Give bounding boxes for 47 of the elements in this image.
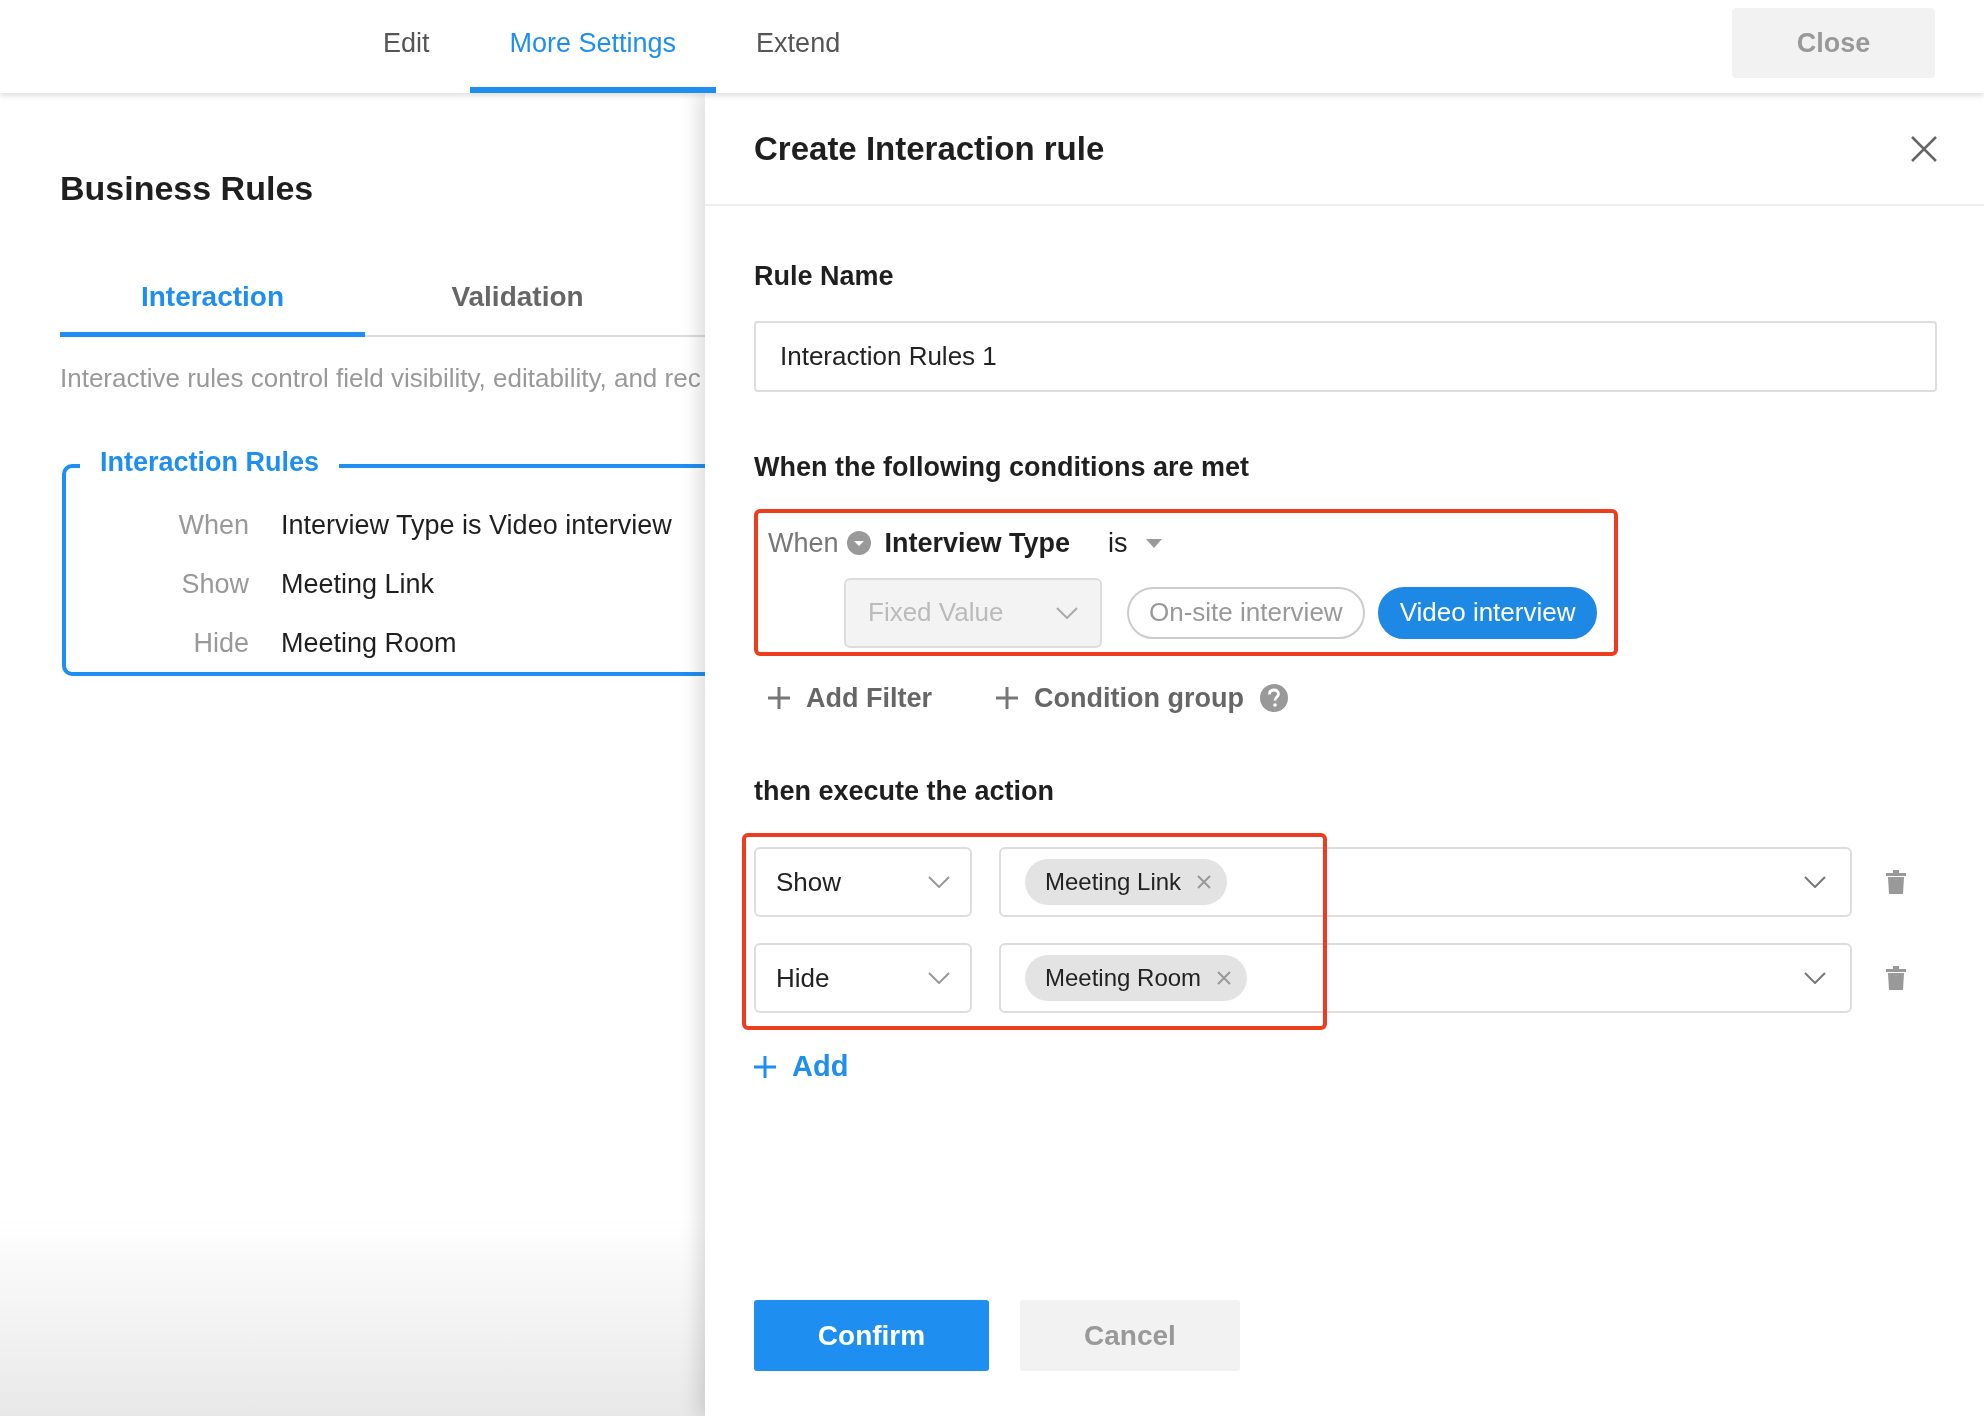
drawer-title: Create Interaction rule	[754, 128, 1105, 169]
close-icon[interactable]	[1911, 135, 1937, 162]
remove-icon	[1197, 875, 1212, 889]
chevron-down-icon	[1804, 876, 1826, 888]
description-text: Interactive rules control field visibility, editability, and rec	[60, 362, 702, 395]
caret-circle-icon	[846, 531, 871, 556]
chevron-down-icon	[1056, 606, 1078, 619]
chevron-down-icon	[928, 972, 950, 984]
tab[interactable]: Extend	[716, 0, 881, 93]
tab[interactable]: Interaction	[60, 262, 365, 337]
confirm-button[interactable]: Confirm	[754, 1300, 989, 1371]
help-icon	[1259, 684, 1288, 713]
field-multiselect[interactable]: Meeting Link	[999, 847, 1852, 917]
field-multiselect[interactable]: Meeting Room	[999, 943, 1852, 1013]
trash-icon[interactable]	[1886, 870, 1906, 894]
rule-value: Meeting Link	[281, 568, 435, 602]
chevron-down-icon	[1804, 972, 1826, 984]
add-link[interactable]: Add Filter	[768, 678, 932, 719]
condition-field: Interview Type	[884, 523, 1071, 564]
add-link[interactable]: Add	[754, 1045, 849, 1089]
rule-label: Show	[180, 568, 250, 602]
condition-prefix: When	[768, 527, 839, 560]
option-pill[interactable]: Video interview	[1377, 586, 1598, 639]
tab[interactable]: Validation	[365, 262, 670, 337]
field-tag: Meeting Room	[1025, 955, 1248, 1001]
operator-dropdown[interactable]: is	[1108, 523, 1162, 564]
text-input[interactable]: Interaction Rules 1	[754, 320, 1937, 392]
condition-group-link[interactable]: Condition group	[996, 678, 1244, 719]
plus-icon	[996, 687, 1018, 710]
rule-value: Meeting Room	[281, 627, 457, 661]
plus-icon	[754, 1055, 776, 1078]
panel-title: Business Rules	[60, 168, 315, 209]
chevron-down-icon	[928, 876, 950, 888]
section-heading: then execute the action	[754, 774, 1056, 808]
trash-icon[interactable]	[1886, 966, 1906, 990]
field-tag: Meeting Link	[1025, 859, 1228, 905]
field-label: Rule Name	[754, 260, 895, 293]
action-select[interactable]: Hide	[754, 943, 972, 1013]
plus-icon	[768, 687, 790, 710]
action-select[interactable]: Show	[754, 847, 972, 917]
remove-icon	[1217, 971, 1232, 985]
rule-label: When	[177, 509, 250, 543]
tab[interactable]: Edit	[343, 0, 470, 93]
section-heading: When the following conditions are met	[754, 450, 1250, 484]
rule-label: Hide	[192, 627, 250, 661]
rule-value: Interview Type is Video interview	[281, 509, 672, 543]
caret-down-icon	[1145, 538, 1162, 548]
